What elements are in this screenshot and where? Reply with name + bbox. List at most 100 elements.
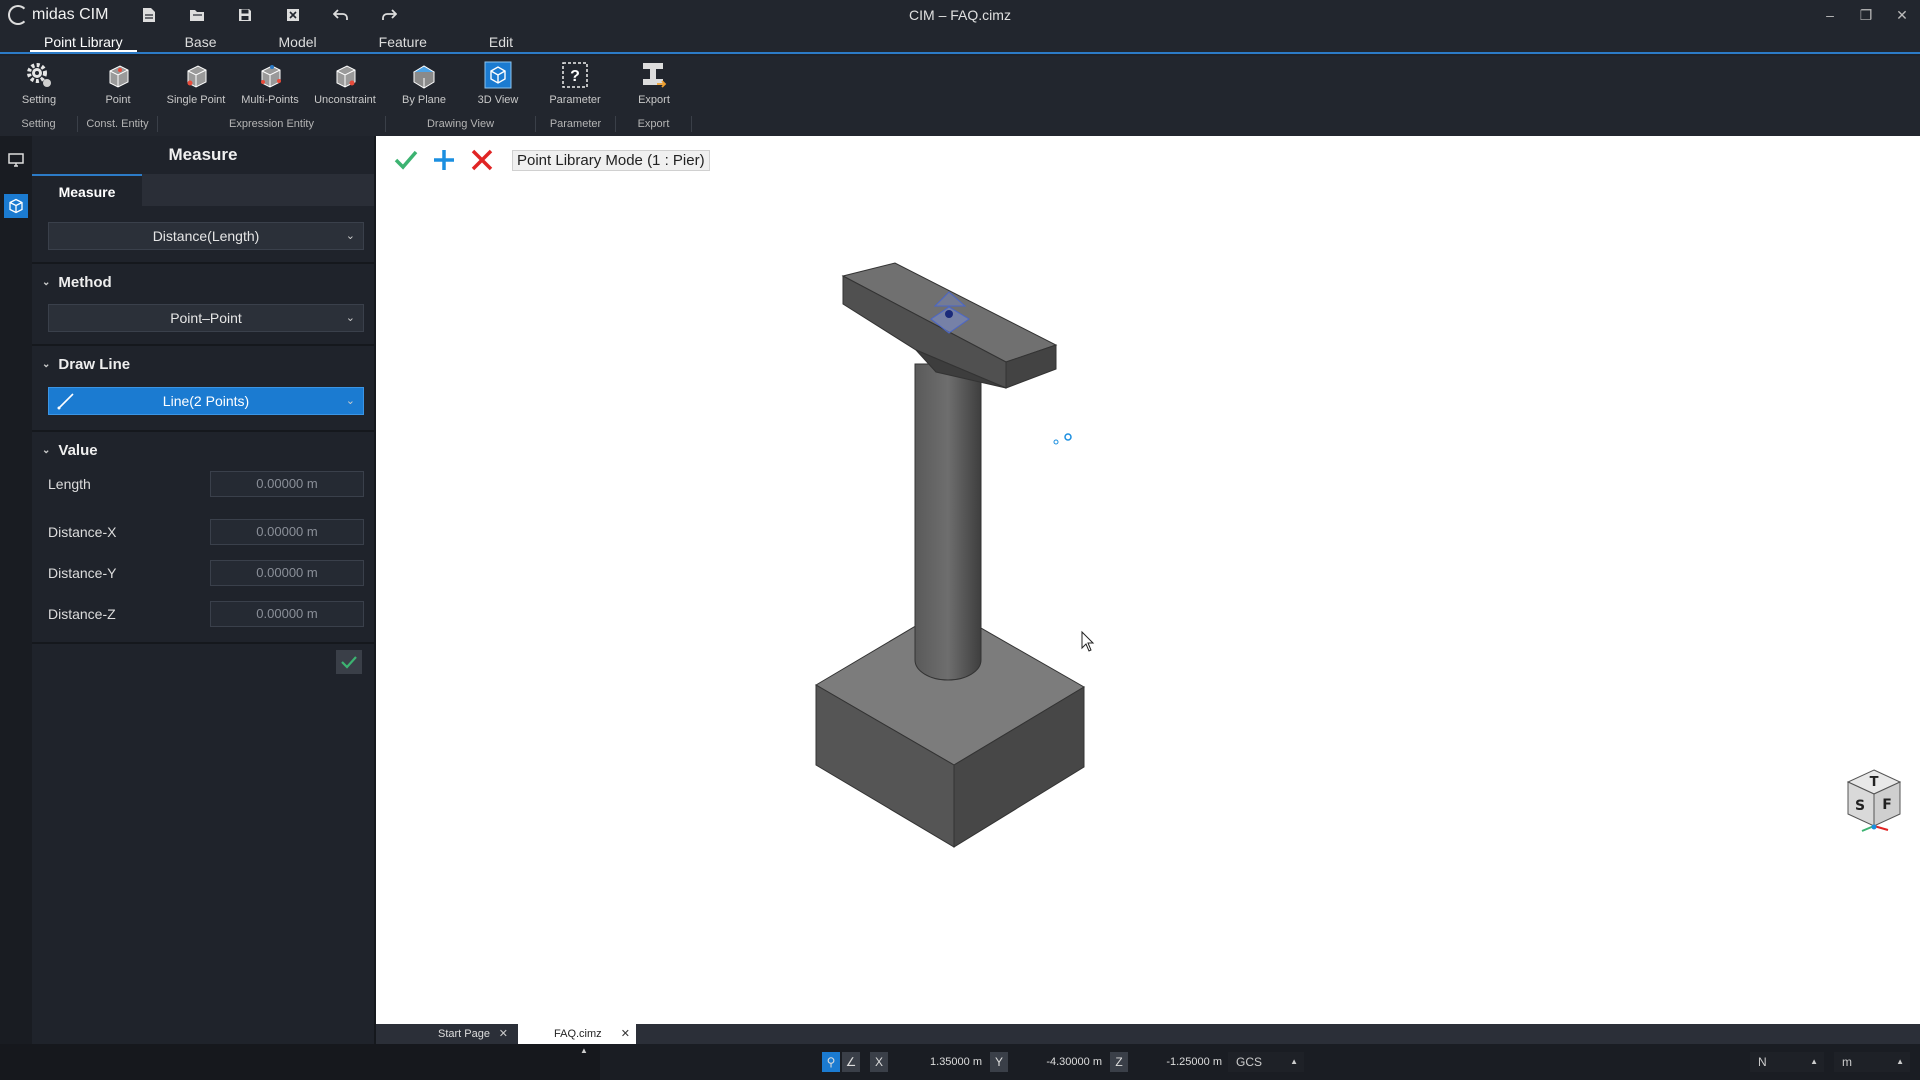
cube-right-face: F [1882,797,1892,813]
app-name: midas CIM [32,6,109,23]
snap-marker [1053,433,1072,445]
coord-system-select[interactable]: GCS ▲ [1228,1052,1304,1072]
setting-button[interactable]: Setting [5,60,73,112]
length-row: Length 0.00000 m [48,470,364,498]
open-folder-icon[interactable] [184,3,210,27]
unconstraint-button[interactable]: Unconstraint [311,60,379,112]
doc-tab-start-page[interactable]: Start Page ✕ [402,1024,514,1044]
z-value[interactable]: -1.25000 m [1128,1052,1228,1072]
close-tab-icon[interactable]: ✕ [499,1024,508,1044]
tab-base[interactable]: Base [171,30,231,52]
pier-model [815,262,1095,848]
draw-line-dropdown[interactable]: Line(2 Points) ⌄ [48,387,364,415]
apply-button[interactable] [336,650,362,674]
point-box-icon [102,60,134,90]
view-cube-icon: T S F [1846,769,1902,832]
doc-tab-faq[interactable]: FAQ.cimz ✕ [518,1024,636,1044]
distance-y-field[interactable]: 0.00000 m [210,560,364,586]
value-section-header[interactable]: ⌄ Value [42,442,98,459]
new-file-icon[interactable] [136,3,162,27]
status-left-area [0,1044,600,1080]
logo-icon [8,5,28,25]
close-file-icon[interactable] [280,3,306,27]
group-setting: Setting [0,116,78,132]
setting-label: Setting [21,94,57,106]
parameter-icon: ? [559,60,591,90]
measure-panel: Measure Measure Distance(Length) ⌄ ⌄ Met… [32,136,376,1044]
force-unit-select[interactable]: N ▲ [1750,1052,1824,1072]
tab-model[interactable]: Model [265,30,331,52]
caret-up-icon[interactable]: ▲ [580,1046,588,1055]
parameter-button[interactable]: ? Parameter [541,60,609,112]
tab-point-library[interactable]: Point Library [30,30,137,52]
caret-up-icon: ▲ [1810,1057,1818,1066]
single-point-button[interactable]: Single Point [162,60,230,112]
chevron-down-icon: ⌄ [345,312,355,324]
length-unit-value: m [1842,1055,1852,1069]
group-export: Export [616,116,692,132]
undo-icon[interactable] [328,3,354,27]
model-cube-icon[interactable] [4,194,28,218]
snap-icon[interactable]: ⚲ [822,1052,840,1072]
distance-z-field[interactable]: 0.00000 m [210,601,364,627]
distance-x-row: Distance-X 0.00000 m [48,518,364,546]
tab-edit[interactable]: Edit [475,30,527,52]
3d-view-label: 3D View [477,94,519,106]
ribbon-tabs: Point Library Base Model Feature Edit [0,30,1920,54]
quick-access-toolbar [136,3,402,27]
snap-tools: ⚲ ∠ [822,1052,860,1072]
3d-viewport[interactable]: Point Library Mode (1 : Pier) T S F [376,136,1920,1024]
by-plane-button[interactable]: By Plane [390,60,458,112]
panel-tabs: Measure [32,174,374,206]
parameter-label: Parameter [549,94,601,106]
draw-line-header-label: Draw Line [58,356,131,373]
redo-icon[interactable] [376,3,402,27]
length-field[interactable]: 0.00000 m [210,471,364,497]
divider [32,430,374,432]
left-icon-strip [0,136,32,1044]
divider [32,642,374,644]
method-header-label: Method [58,274,112,291]
chevron-down-icon: ⌄ [42,277,51,288]
save-icon[interactable] [232,3,258,27]
multi-points-button[interactable]: Multi-Points [236,60,304,112]
svg-text:?: ? [570,68,580,85]
measure-type-dropdown[interactable]: Distance(Length) ⌄ [48,222,364,250]
x-label: X [870,1052,888,1072]
distance-y-label: Distance-Y [48,565,117,581]
draw-line-section-header[interactable]: ⌄ Draw Line [42,356,130,373]
tab-measure[interactable]: Measure [32,174,142,206]
minimize-icon[interactable]: – [1812,0,1848,30]
y-value[interactable]: -4.30000 m [1008,1052,1108,1072]
chevron-down-icon: ⌄ [345,395,355,407]
distance-z-row: Distance-Z 0.00000 m [48,600,364,628]
angle-icon[interactable]: ∠ [842,1052,860,1072]
3d-view-button[interactable]: 3D View [464,60,532,112]
x-value[interactable]: 1.35000 m [888,1052,988,1072]
length-unit-select[interactable]: m ▲ [1834,1052,1910,1072]
monitor-icon[interactable] [6,150,26,170]
tab-feature[interactable]: Feature [365,30,441,52]
distance-x-field[interactable]: 0.00000 m [210,519,364,545]
mouse-cursor [1081,630,1095,652]
coord-system-value: GCS [1236,1055,1263,1069]
export-button[interactable]: Export [620,60,688,112]
view-cube[interactable]: T S F [1838,764,1910,836]
3d-view-icon [482,60,514,90]
point-button[interactable]: Point [84,60,152,112]
app-logo: midas CIM [0,5,122,25]
value-header-label: Value [58,442,98,459]
measure-type-value: Distance(Length) [152,228,260,244]
method-section-header[interactable]: ⌄ Method [42,274,112,291]
close-icon[interactable]: ✕ [1884,0,1920,30]
method-dropdown[interactable]: Point–Point ⌄ [48,304,364,332]
chevron-down-icon: ⌄ [345,230,355,242]
x-coordinate: X 1.35000 m [870,1052,988,1072]
y-coordinate: Y -4.30000 m [990,1052,1108,1072]
close-tab-icon[interactable]: ✕ [621,1024,630,1044]
cube-top-face: T [1870,775,1879,790]
app-window: midas CIM CIM – FAQ.cimz – ❐ ✕ Point Lib… [0,0,1920,1080]
single-point-icon [180,60,212,90]
restore-icon[interactable]: ❐ [1848,0,1884,30]
chevron-down-icon: ⌄ [42,359,51,370]
